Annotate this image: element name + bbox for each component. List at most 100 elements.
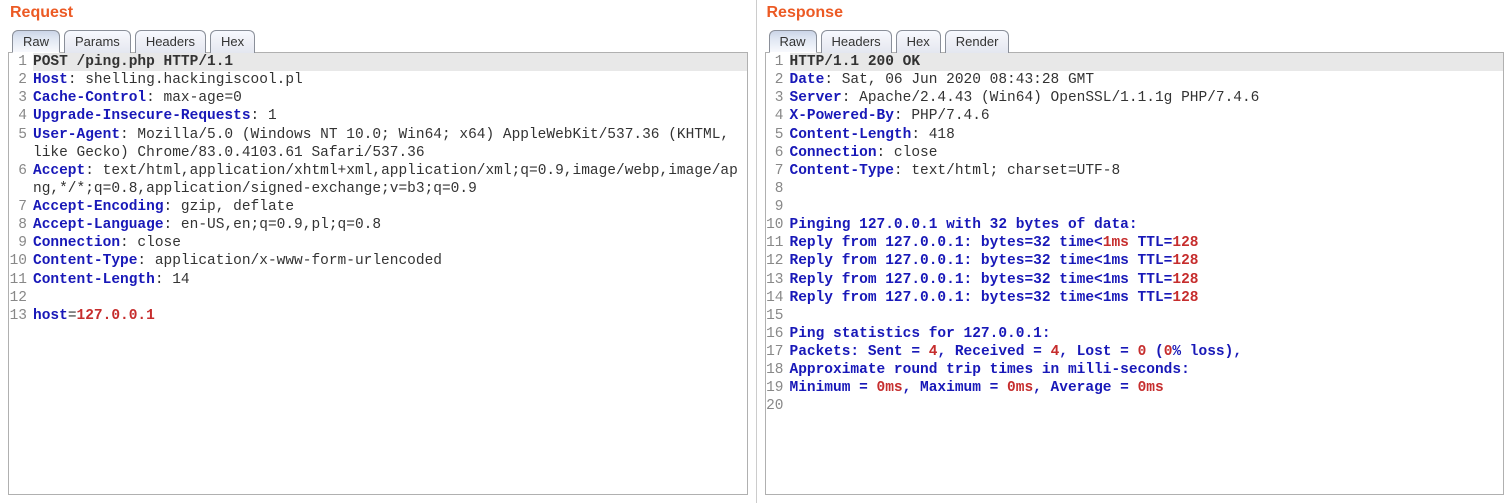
response-line: 17Packets: Sent = 4, Received = 4, Lost … [766, 343, 1504, 361]
line-text: Reply from 127.0.0.1: bytes=32 time<1ms … [790, 252, 1504, 270]
line-text: User-Agent: Mozilla/5.0 (Windows NT 10.0… [33, 126, 747, 162]
request-title: Request [0, 0, 756, 30]
line-number: 12 [766, 252, 790, 270]
request-line: 2Host: shelling.hackingiscool.pl [9, 71, 747, 89]
line-text: Cache-Control: max-age=0 [33, 89, 747, 107]
response-line: 1HTTP/1.1 200 OK [766, 53, 1504, 71]
line-text: Host: shelling.hackingiscool.pl [33, 71, 747, 89]
response-line: 7Content-Type: text/html; charset=UTF-8 [766, 162, 1504, 180]
line-text: Accept: text/html,application/xhtml+xml,… [33, 162, 747, 198]
app-root: Request RawParamsHeadersHex 1POST /ping.… [0, 0, 1512, 503]
line-number: 3 [9, 89, 33, 107]
line-text: Connection: close [790, 144, 1504, 162]
request-tab-hex[interactable]: Hex [210, 30, 255, 53]
response-line: 13Reply from 127.0.0.1: bytes=32 time<1m… [766, 271, 1504, 289]
line-number: 11 [9, 271, 33, 289]
line-number: 15 [766, 307, 790, 325]
request-line: 12 [9, 289, 747, 307]
line-text: POST /ping.php HTTP/1.1 [33, 53, 747, 71]
line-number: 5 [766, 126, 790, 144]
request-tabs: RawParamsHeadersHex [0, 30, 756, 53]
line-number: 14 [766, 289, 790, 307]
line-text [790, 198, 1504, 216]
line-number: 8 [766, 180, 790, 198]
line-text: Reply from 127.0.0.1: bytes=32 time<1ms … [790, 271, 1504, 289]
line-number: 20 [766, 397, 790, 415]
line-number: 2 [766, 71, 790, 89]
request-line: 11Content-Length: 14 [9, 271, 747, 289]
line-text: Accept-Encoding: gzip, deflate [33, 198, 747, 216]
line-number: 7 [766, 162, 790, 180]
line-number: 19 [766, 379, 790, 397]
response-line: 16Ping statistics for 127.0.0.1: [766, 325, 1504, 343]
response-line: 14Reply from 127.0.0.1: bytes=32 time<1m… [766, 289, 1504, 307]
line-text: Pinging 127.0.0.1 with 32 bytes of data: [790, 216, 1504, 234]
line-text: Connection: close [33, 234, 747, 252]
line-number: 9 [9, 234, 33, 252]
line-number: 13 [9, 307, 33, 325]
line-text: host=127.0.0.1 [33, 307, 747, 325]
line-text: Reply from 127.0.0.1: bytes=32 time<1ms … [790, 289, 1504, 307]
response-line: 4X-Powered-By: PHP/7.4.6 [766, 107, 1504, 125]
request-tab-params[interactable]: Params [64, 30, 131, 53]
response-code-area[interactable]: 1HTTP/1.1 200 OK2Date: Sat, 06 Jun 2020 … [765, 52, 1505, 495]
line-text: Accept-Language: en-US,en;q=0.9,pl;q=0.8 [33, 216, 747, 234]
response-panel: Response RawHeadersHexRender 1HTTP/1.1 2… [757, 0, 1512, 503]
request-panel: Request RawParamsHeadersHex 1POST /ping.… [0, 0, 757, 503]
response-tab-headers[interactable]: Headers [821, 30, 892, 53]
line-number: 10 [9, 252, 33, 270]
line-number: 3 [766, 89, 790, 107]
line-text [790, 180, 1504, 198]
request-line: 4Upgrade-Insecure-Requests: 1 [9, 107, 747, 125]
response-line: 20 [766, 397, 1504, 415]
response-tab-raw[interactable]: Raw [769, 30, 817, 53]
line-number: 18 [766, 361, 790, 379]
line-text [33, 289, 747, 307]
line-number: 1 [766, 53, 790, 71]
response-title: Response [757, 0, 1512, 30]
response-line: 5Content-Length: 418 [766, 126, 1504, 144]
line-number: 16 [766, 325, 790, 343]
request-tab-raw[interactable]: Raw [12, 30, 60, 53]
response-line: 12Reply from 127.0.0.1: bytes=32 time<1m… [766, 252, 1504, 270]
response-line: 9 [766, 198, 1504, 216]
response-code: 1HTTP/1.1 200 OK2Date: Sat, 06 Jun 2020 … [766, 53, 1504, 416]
line-text: HTTP/1.1 200 OK [790, 53, 1504, 71]
response-line: 6Connection: close [766, 144, 1504, 162]
line-text: Minimum = 0ms, Maximum = 0ms, Average = … [790, 379, 1504, 397]
response-line: 3Server: Apache/2.4.43 (Win64) OpenSSL/1… [766, 89, 1504, 107]
response-tab-render[interactable]: Render [945, 30, 1010, 53]
response-line: 2Date: Sat, 06 Jun 2020 08:43:28 GMT [766, 71, 1504, 89]
line-number: 13 [766, 271, 790, 289]
response-line: 15 [766, 307, 1504, 325]
request-line: 13host=127.0.0.1 [9, 307, 747, 325]
line-text: Upgrade-Insecure-Requests: 1 [33, 107, 747, 125]
response-tab-hex[interactable]: Hex [896, 30, 941, 53]
line-number: 7 [9, 198, 33, 216]
line-number: 4 [766, 107, 790, 125]
line-number: 6 [766, 144, 790, 162]
request-tab-headers[interactable]: Headers [135, 30, 206, 53]
request-line: 1POST /ping.php HTTP/1.1 [9, 53, 747, 71]
response-line: 19Minimum = 0ms, Maximum = 0ms, Average … [766, 379, 1504, 397]
request-line: 10Content-Type: application/x-www-form-u… [9, 252, 747, 270]
request-code-area[interactable]: 1POST /ping.php HTTP/1.12Host: shelling.… [8, 52, 748, 495]
request-line: 8Accept-Language: en-US,en;q=0.9,pl;q=0.… [9, 216, 747, 234]
line-number: 10 [766, 216, 790, 234]
line-text: Content-Length: 418 [790, 126, 1504, 144]
line-number: 11 [766, 234, 790, 252]
request-code: 1POST /ping.php HTTP/1.12Host: shelling.… [9, 53, 747, 325]
response-line: 8 [766, 180, 1504, 198]
line-text: X-Powered-By: PHP/7.4.6 [790, 107, 1504, 125]
line-number: 17 [766, 343, 790, 361]
line-text: Reply from 127.0.0.1: bytes=32 time<1ms … [790, 234, 1504, 252]
line-text: Date: Sat, 06 Jun 2020 08:43:28 GMT [790, 71, 1504, 89]
request-line: 7Accept-Encoding: gzip, deflate [9, 198, 747, 216]
request-line: 6Accept: text/html,application/xhtml+xml… [9, 162, 747, 198]
line-text: Packets: Sent = 4, Received = 4, Lost = … [790, 343, 1504, 361]
line-text: Content-Type: text/html; charset=UTF-8 [790, 162, 1504, 180]
line-text: Server: Apache/2.4.43 (Win64) OpenSSL/1.… [790, 89, 1504, 107]
line-number: 12 [9, 289, 33, 307]
line-number: 6 [9, 162, 33, 180]
line-text: Approximate round trip times in milli-se… [790, 361, 1504, 379]
